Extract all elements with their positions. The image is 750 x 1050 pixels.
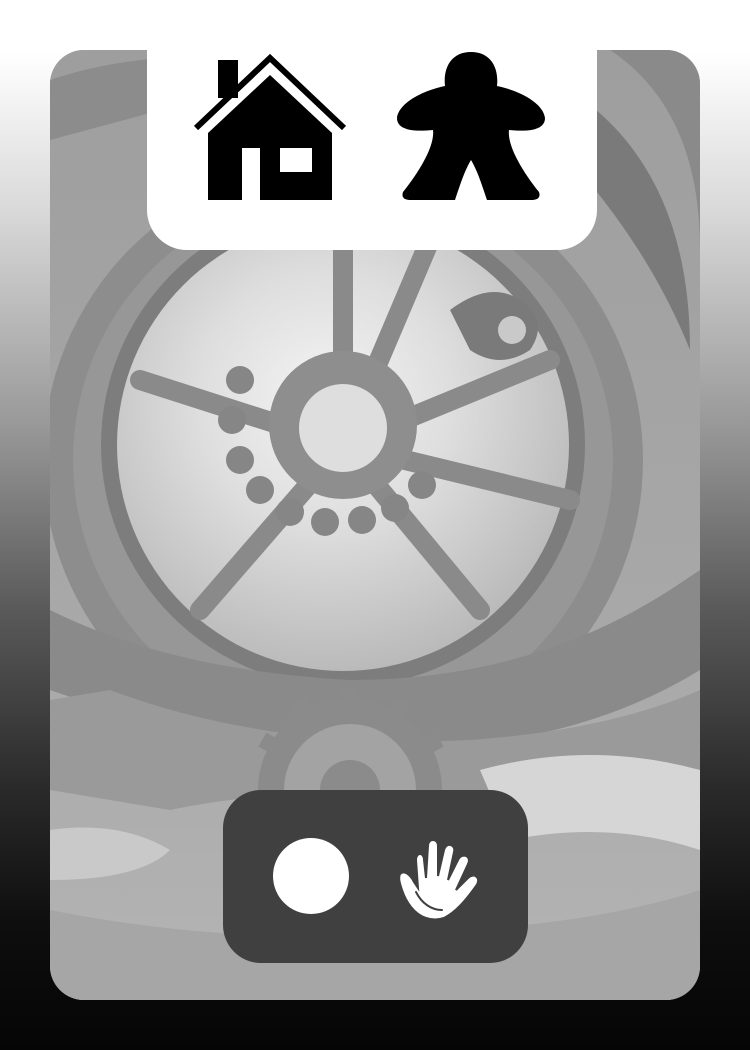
hand-icon (398, 839, 480, 920)
bottom-icon-panel (223, 790, 528, 963)
house-icon (193, 53, 347, 200)
meeple-icon (397, 52, 545, 200)
circle-token-icon (273, 838, 349, 914)
